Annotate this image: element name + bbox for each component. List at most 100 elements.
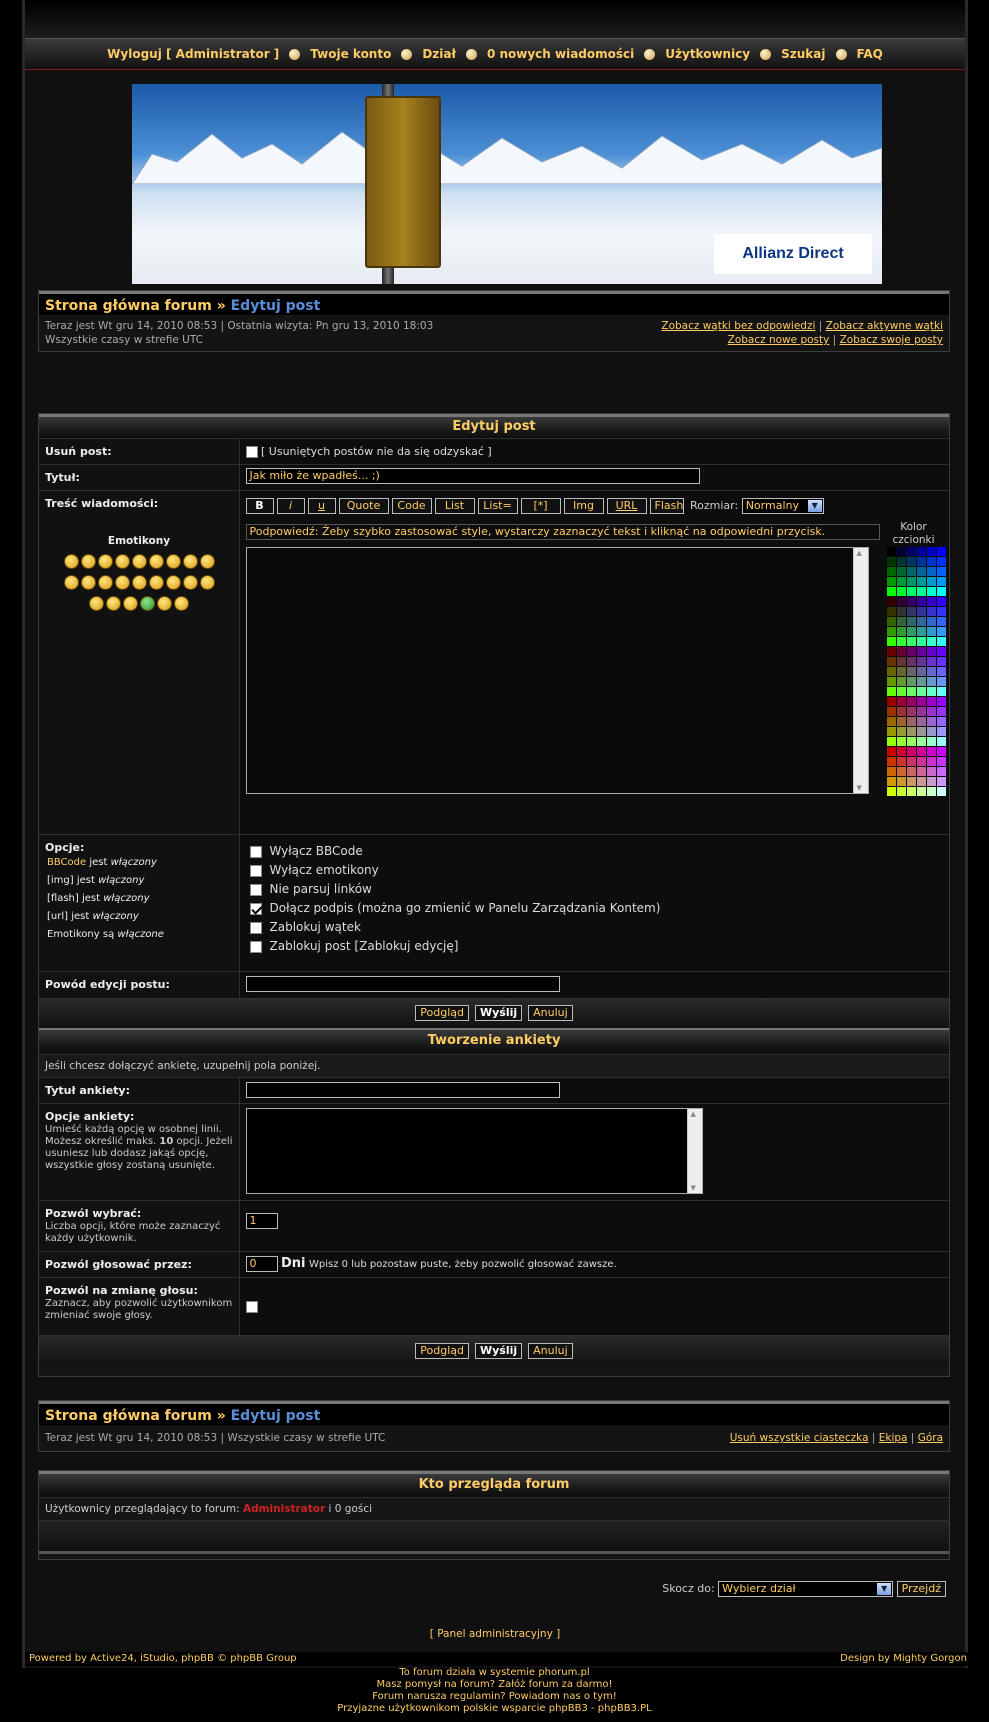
- jump-select[interactable]: Wybierz dział ▼: [718, 1581, 894, 1597]
- color-swatch[interactable]: [926, 667, 936, 676]
- color-swatch[interactable]: [936, 687, 946, 696]
- color-swatch[interactable]: [886, 657, 896, 666]
- color-swatch[interactable]: [916, 597, 926, 606]
- oops-icon[interactable]: [97, 575, 113, 590]
- lol-icon[interactable]: [199, 554, 215, 569]
- nav-faq-link[interactable]: FAQ: [857, 47, 883, 61]
- color-swatch[interactable]: [906, 557, 916, 566]
- color-swatch[interactable]: [916, 757, 926, 766]
- admin-panel-link[interactable]: [ Panel administracyjny ]: [25, 1628, 965, 1640]
- color-swatch[interactable]: [916, 577, 926, 586]
- color-swatch[interactable]: [906, 717, 916, 726]
- color-swatch[interactable]: [906, 577, 916, 586]
- bottom-line-1[interactable]: To forum działa w systemie phorum.pl: [0, 1667, 989, 1679]
- color-swatch[interactable]: [886, 747, 896, 756]
- color-swatch[interactable]: [906, 787, 916, 796]
- color-swatch[interactable]: [886, 587, 896, 596]
- color-swatch[interactable]: [926, 717, 936, 726]
- bottom-breadcrumb-home-link[interactable]: Strona główna forum: [45, 1408, 212, 1424]
- color-swatch[interactable]: [906, 587, 916, 596]
- italic-button[interactable]: i: [276, 498, 305, 514]
- color-swatch[interactable]: [896, 637, 906, 646]
- top-link[interactable]: Góra: [918, 1432, 943, 1444]
- idea-icon[interactable]: [89, 596, 104, 611]
- color-swatch[interactable]: [886, 777, 896, 786]
- nav-section-link[interactable]: Dział: [422, 47, 456, 61]
- jump-go-button[interactable]: Przejdź: [896, 1581, 946, 1597]
- reason-input[interactable]: [245, 976, 560, 992]
- color-swatch[interactable]: [936, 707, 946, 716]
- subject-input[interactable]: Jak miło że wpadłeś... ;): [245, 468, 700, 484]
- color-swatch[interactable]: [936, 677, 946, 686]
- color-swatch[interactable]: [896, 647, 906, 656]
- new-posts-link[interactable]: Zobacz nowe posty: [728, 334, 830, 346]
- color-swatch[interactable]: [936, 627, 946, 636]
- color-swatch[interactable]: [906, 637, 916, 646]
- color-swatch[interactable]: [886, 717, 896, 726]
- color-swatch[interactable]: [906, 657, 916, 666]
- option-checkbox[interactable]: [249, 940, 262, 953]
- color-swatch[interactable]: [926, 607, 936, 616]
- color-swatch[interactable]: [926, 637, 936, 646]
- color-swatch[interactable]: [936, 657, 946, 666]
- color-swatch[interactable]: [936, 567, 946, 576]
- color-swatch[interactable]: [936, 557, 946, 566]
- color-swatch[interactable]: [926, 777, 936, 786]
- color-swatch[interactable]: [906, 607, 916, 616]
- textarea-scrollbar[interactable]: [852, 548, 868, 793]
- color-swatch[interactable]: [926, 767, 936, 776]
- poll-cancel-button[interactable]: Anuluj: [528, 1343, 573, 1359]
- poll-preview-button[interactable]: Podgląd: [415, 1343, 469, 1359]
- color-swatch[interactable]: [916, 787, 926, 796]
- color-swatch[interactable]: [886, 617, 896, 626]
- bottom-line-3[interactable]: Forum narusza regulamin? Powiadom nas o …: [0, 1691, 989, 1703]
- active-topics-link[interactable]: Zobacz aktywne wątki: [826, 320, 943, 332]
- color-swatch[interactable]: [906, 687, 916, 696]
- color-swatch[interactable]: [916, 637, 926, 646]
- bottom-line-2[interactable]: Masz pomysł na forum? Załóż forum za dar…: [0, 1679, 989, 1691]
- question-icon[interactable]: [199, 575, 215, 590]
- color-swatch[interactable]: [886, 697, 896, 706]
- color-swatch[interactable]: [906, 627, 916, 636]
- color-swatch[interactable]: [886, 787, 896, 796]
- message-textarea[interactable]: [245, 547, 869, 794]
- color-swatch[interactable]: [896, 567, 906, 576]
- color-swatch[interactable]: [886, 767, 896, 776]
- color-swatch[interactable]: [896, 627, 906, 636]
- color-swatch[interactable]: [926, 567, 936, 576]
- poll-choose-input[interactable]: 1: [245, 1212, 278, 1229]
- color-swatch[interactable]: [926, 597, 936, 606]
- color-swatch[interactable]: [906, 547, 916, 556]
- neutral-icon[interactable]: [123, 596, 138, 611]
- color-swatch[interactable]: [926, 617, 936, 626]
- list-ordered-button[interactable]: List=: [477, 498, 518, 514]
- color-swatch[interactable]: [886, 667, 896, 676]
- quote-button[interactable]: Quote: [338, 498, 389, 514]
- color-swatch[interactable]: [916, 687, 926, 696]
- color-swatch[interactable]: [936, 617, 946, 626]
- mrgreen-icon[interactable]: [140, 596, 155, 611]
- color-swatch[interactable]: [896, 677, 906, 686]
- color-swatch[interactable]: [926, 687, 936, 696]
- color-swatch[interactable]: [886, 577, 896, 586]
- rolleyes-icon[interactable]: [165, 575, 181, 590]
- breadcrumb-current-link[interactable]: Edytuj post: [231, 298, 321, 314]
- your-posts-link[interactable]: Zobacz swoje posty: [840, 334, 943, 346]
- cool-icon[interactable]: [182, 554, 198, 569]
- preview-button[interactable]: Podgląd: [415, 1004, 469, 1021]
- color-swatch[interactable]: [926, 757, 936, 766]
- color-swatch[interactable]: [926, 737, 936, 746]
- color-swatch[interactable]: [886, 567, 896, 576]
- color-swatch[interactable]: [936, 787, 946, 796]
- color-swatch[interactable]: [916, 747, 926, 756]
- color-swatch[interactable]: [896, 667, 906, 676]
- color-swatch[interactable]: [926, 577, 936, 586]
- option-checkbox[interactable]: [249, 902, 262, 915]
- admin-user-link[interactable]: Administrator: [243, 1503, 325, 1515]
- color-swatch[interactable]: [896, 757, 906, 766]
- color-swatch[interactable]: [886, 627, 896, 636]
- color-swatch[interactable]: [896, 727, 906, 736]
- color-swatch[interactable]: [936, 577, 946, 586]
- color-swatch[interactable]: [906, 777, 916, 786]
- color-swatch[interactable]: [936, 647, 946, 656]
